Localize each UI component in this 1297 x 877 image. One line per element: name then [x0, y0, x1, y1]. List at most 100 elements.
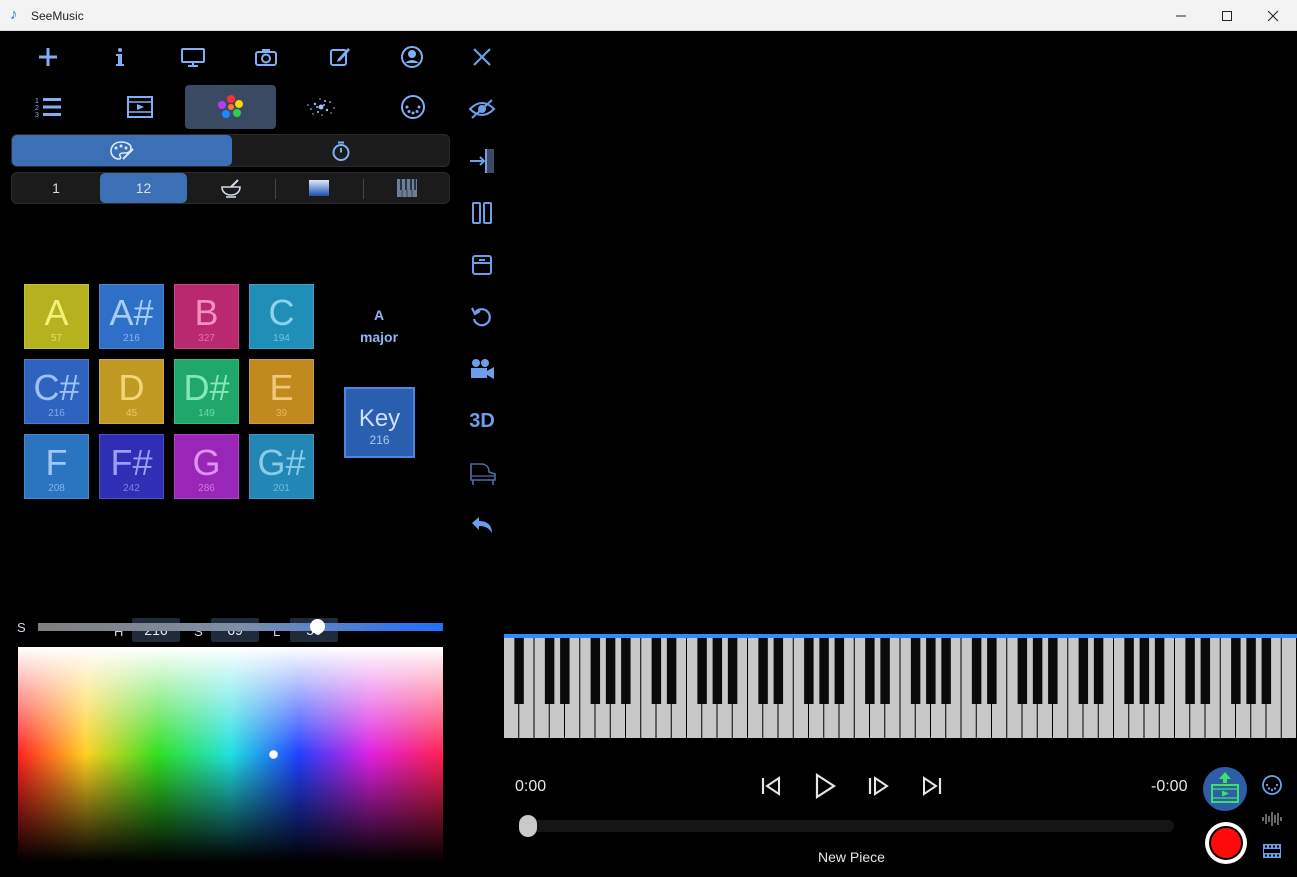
edit-icon[interactable]: [324, 41, 356, 73]
saturation-slider[interactable]: [38, 619, 443, 634]
note-tile[interactable]: C 194: [249, 284, 314, 349]
black-key[interactable]: [819, 638, 829, 704]
white-key[interactable]: [1281, 638, 1296, 738]
color-mode-12[interactable]: 12: [100, 173, 187, 203]
tab-color-palette[interactable]: [185, 85, 276, 129]
progress-thumb[interactable]: [519, 815, 537, 837]
black-key[interactable]: [987, 638, 997, 704]
piano-icon[interactable]: [466, 457, 498, 489]
black-key[interactable]: [697, 638, 707, 704]
key-value: 216: [369, 433, 390, 447]
black-key[interactable]: [1200, 638, 1211, 704]
monitor-icon[interactable]: [177, 41, 209, 73]
palette-mode-button[interactable]: [12, 135, 232, 166]
color-mode-mortar[interactable]: [187, 173, 275, 203]
note-tile[interactable]: D 45: [99, 359, 164, 424]
key-root: A: [373, 307, 385, 323]
note-tile[interactable]: D# 149: [174, 359, 239, 424]
maximize-icon[interactable]: [1204, 0, 1250, 31]
black-key[interactable]: [514, 638, 524, 704]
black-key[interactable]: [834, 638, 845, 704]
pause-icon[interactable]: [466, 197, 498, 229]
account-icon[interactable]: [396, 41, 428, 73]
color-mode-keyboard[interactable]: [363, 173, 451, 203]
video-camera-icon[interactable]: [466, 353, 498, 385]
color-mode-gradient[interactable]: [275, 173, 363, 203]
step-forward-icon[interactable]: [864, 772, 892, 800]
undo-icon[interactable]: [466, 509, 498, 541]
black-key[interactable]: [560, 638, 570, 704]
export-video-button[interactable]: [1203, 767, 1247, 811]
timer-mode-button[interactable]: [232, 135, 450, 166]
close-panel-icon[interactable]: [466, 41, 498, 73]
collapse-right-icon[interactable]: [466, 145, 498, 177]
color-mode-1[interactable]: 1: [12, 173, 100, 203]
saturation-slider-thumb[interactable]: [309, 619, 325, 634]
note-tile[interactable]: G# 201: [249, 434, 314, 499]
save-icon[interactable]: [466, 249, 498, 281]
add-icon[interactable]: [32, 41, 64, 73]
film-icon[interactable]: [122, 89, 158, 125]
play-icon[interactable]: [809, 770, 841, 802]
black-key[interactable]: [651, 638, 662, 704]
note-tile[interactable]: A# 216: [99, 284, 164, 349]
note-name: F#: [110, 442, 153, 483]
black-key[interactable]: [941, 638, 951, 704]
record-icon: [1209, 826, 1243, 860]
minimize-icon[interactable]: [1158, 0, 1204, 31]
black-key[interactable]: [804, 638, 814, 704]
close-window-icon[interactable]: [1250, 0, 1296, 31]
black-key[interactable]: [544, 638, 555, 704]
midi-port-icon[interactable]: [395, 89, 431, 125]
black-key[interactable]: [1185, 638, 1195, 704]
black-key[interactable]: [1093, 638, 1104, 704]
list-icon[interactable]: 123: [30, 89, 66, 125]
note-tile[interactable]: C# 216: [24, 359, 89, 424]
3d-toggle-button[interactable]: 3D: [466, 405, 498, 437]
black-key[interactable]: [926, 638, 936, 704]
eye-off-icon[interactable]: [466, 93, 498, 125]
black-key[interactable]: [621, 638, 631, 704]
playback-progress-slider[interactable]: [519, 815, 1174, 837]
color-picker-area[interactable]: [18, 647, 443, 862]
black-key[interactable]: [1124, 638, 1134, 704]
waveform-icon[interactable]: [1259, 807, 1285, 831]
black-key[interactable]: [1017, 638, 1028, 704]
note-tile[interactable]: G 286: [174, 434, 239, 499]
black-key[interactable]: [865, 638, 875, 704]
black-key[interactable]: [1032, 638, 1043, 704]
note-tile[interactable]: B 327: [174, 284, 239, 349]
black-key[interactable]: [971, 638, 982, 704]
black-key[interactable]: [758, 638, 768, 704]
skip-end-icon[interactable]: [918, 772, 946, 800]
black-key[interactable]: [1048, 638, 1058, 704]
black-key[interactable]: [880, 638, 890, 704]
black-key[interactable]: [605, 638, 616, 704]
note-tile[interactable]: E 39: [249, 359, 314, 424]
black-key[interactable]: [1231, 638, 1241, 704]
black-key[interactable]: [1261, 638, 1272, 704]
black-key[interactable]: [1154, 638, 1165, 704]
camera-icon[interactable]: [250, 41, 282, 73]
black-key[interactable]: [727, 638, 738, 704]
black-key[interactable]: [1078, 638, 1089, 704]
info-icon[interactable]: [104, 41, 136, 73]
note-tile[interactable]: A 57: [24, 284, 89, 349]
film-strip-icon[interactable]: [1259, 839, 1285, 863]
black-key[interactable]: [590, 638, 601, 704]
skip-start-icon[interactable]: [757, 772, 785, 800]
black-key[interactable]: [1246, 638, 1256, 704]
record-button[interactable]: [1205, 822, 1247, 864]
reset-icon[interactable]: [466, 301, 498, 333]
midi-small-icon[interactable]: [1259, 772, 1285, 798]
note-tile[interactable]: F 208: [24, 434, 89, 499]
note-tile[interactable]: F# 242: [99, 434, 164, 499]
black-key[interactable]: [712, 638, 723, 704]
black-key[interactable]: [1139, 638, 1150, 704]
black-key[interactable]: [666, 638, 677, 704]
key-color-tile[interactable]: Key 216: [344, 387, 415, 458]
black-key[interactable]: [910, 638, 921, 704]
particles-icon[interactable]: [298, 87, 344, 127]
black-key[interactable]: [773, 638, 784, 704]
color-picker-handle[interactable]: [268, 750, 278, 759]
